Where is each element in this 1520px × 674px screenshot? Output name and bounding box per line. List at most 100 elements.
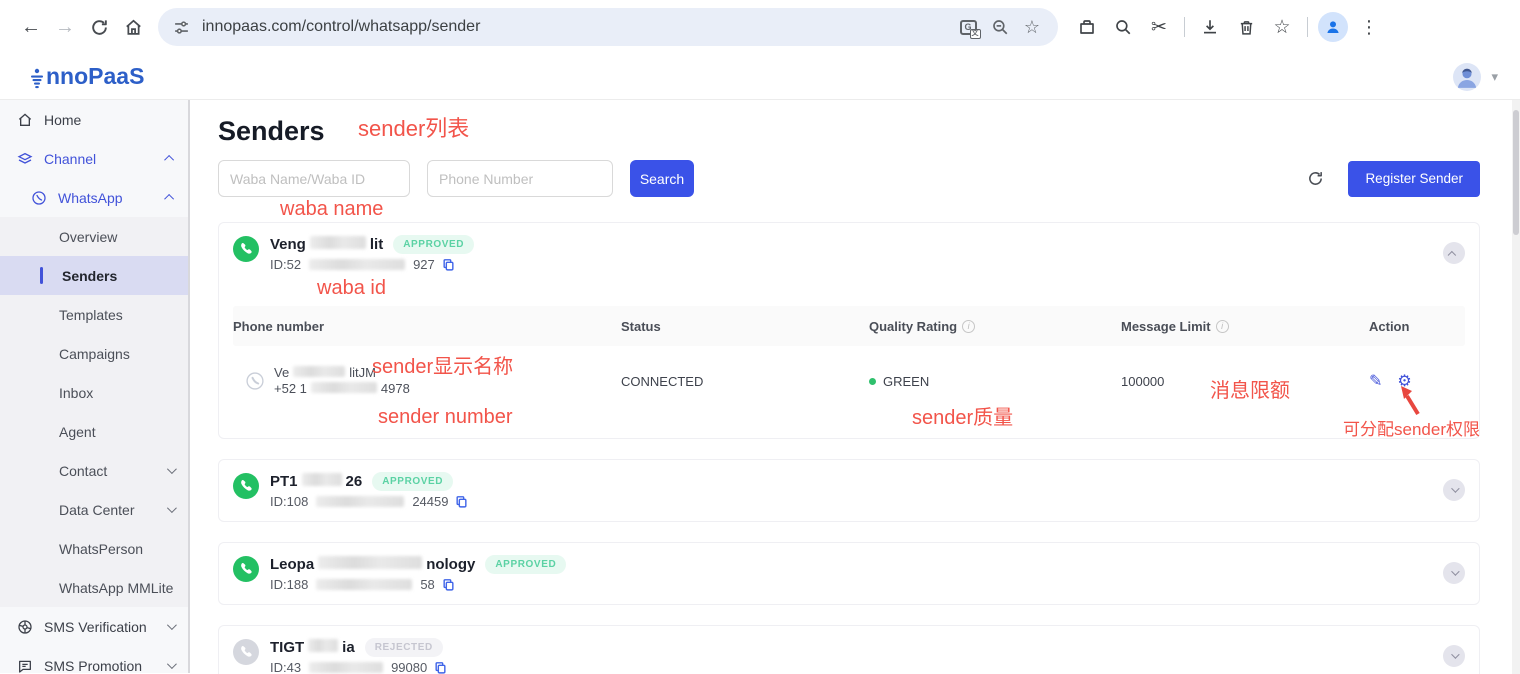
sidebar-item-whatsapp-mmlite[interactable]: WhatsApp MMLite bbox=[0, 568, 188, 607]
waba-id: ID:10824459 bbox=[270, 494, 1432, 509]
chevron-down-icon bbox=[1451, 484, 1459, 492]
waba-name: TIGTia REJECTED bbox=[270, 637, 1432, 657]
col-action: Action bbox=[1369, 319, 1465, 334]
info-icon[interactable]: i bbox=[962, 320, 975, 333]
chevron-up-icon bbox=[164, 155, 174, 165]
collapse-card-button[interactable] bbox=[1443, 242, 1465, 264]
site-settings-icon[interactable] bbox=[166, 12, 196, 42]
user-avatar[interactable] bbox=[1453, 63, 1481, 91]
toolbar-separator-2 bbox=[1307, 17, 1308, 37]
expand-card-button[interactable] bbox=[1443, 562, 1465, 584]
extension-box-icon[interactable] bbox=[1070, 10, 1104, 44]
scissors-icon[interactable]: ✂ bbox=[1142, 10, 1176, 44]
sidebar-item-agent[interactable]: Agent bbox=[0, 412, 188, 451]
sidebar-item-templates[interactable]: Templates bbox=[0, 295, 188, 334]
waba-search-input[interactable] bbox=[218, 160, 410, 197]
browser-menu-icon[interactable]: ⋮ bbox=[1352, 10, 1386, 44]
copy-icon[interactable] bbox=[442, 258, 455, 272]
app-header: nnoPaaS ▾ bbox=[0, 54, 1520, 100]
url-text[interactable]: innopaas.com/control/whatsapp/sender bbox=[202, 18, 952, 36]
sender-table-row: VelitJM +52 14978 CONNECTED GREEN 100000… bbox=[233, 346, 1465, 416]
edit-icon[interactable]: ✎ bbox=[1369, 371, 1382, 391]
sidebar-item-sms-verification[interactable]: SMS Verification bbox=[0, 607, 188, 646]
profile-avatar-icon[interactable] bbox=[1316, 10, 1350, 44]
sender-display-name: VelitJM bbox=[274, 365, 410, 381]
status-badge: REJECTED bbox=[365, 638, 443, 657]
trash-icon[interactable] bbox=[1229, 10, 1263, 44]
extension-star-icon[interactable]: ☆ bbox=[1265, 10, 1299, 44]
status-badge: APPROVED bbox=[485, 555, 566, 574]
green-dot-icon bbox=[869, 378, 876, 385]
whatsapp-icon bbox=[233, 473, 259, 499]
home-icon[interactable] bbox=[116, 10, 150, 44]
whatsapp-icon-gray bbox=[233, 639, 259, 665]
sidebar-item-whatsperson[interactable]: WhatsPerson bbox=[0, 529, 188, 568]
back-icon[interactable]: ← bbox=[14, 10, 48, 44]
sidebar-item-home[interactable]: Home bbox=[0, 100, 188, 139]
expand-card-button[interactable] bbox=[1443, 645, 1465, 667]
expand-card-button[interactable] bbox=[1443, 479, 1465, 501]
wheel-icon bbox=[16, 619, 34, 635]
layers-icon bbox=[16, 151, 34, 167]
sidebar-item-campaigns[interactable]: Campaigns bbox=[0, 334, 188, 373]
phone-cell: VelitJM +52 14978 bbox=[233, 365, 621, 397]
translate-icon[interactable]: G bbox=[952, 11, 984, 43]
sidebar-item-senders[interactable]: Senders bbox=[0, 256, 188, 295]
sidebar-item-whatsapp[interactable]: WhatsApp bbox=[0, 178, 188, 217]
chevron-up-icon bbox=[1448, 251, 1456, 259]
download-icon[interactable] bbox=[1193, 10, 1227, 44]
waba-id: ID:18858 bbox=[270, 577, 1432, 592]
waba-name: PT126 APPROVED bbox=[270, 471, 1432, 491]
sidebar-item-channel[interactable]: Channel bbox=[0, 139, 188, 178]
bookmark-star-icon[interactable]: ☆ bbox=[1016, 11, 1048, 43]
copy-icon[interactable] bbox=[455, 495, 468, 509]
redacted-text bbox=[316, 496, 404, 507]
sender-card: Venglit APPROVED ID:52927 bbox=[218, 222, 1480, 439]
zoom-out-icon[interactable] bbox=[984, 11, 1016, 43]
redacted-text bbox=[309, 662, 383, 673]
status-badge: APPROVED bbox=[372, 472, 453, 491]
sidebar-item-data-center[interactable]: Data Center bbox=[0, 490, 188, 529]
redacted-text bbox=[309, 259, 405, 270]
sidebar: Home Channel WhatsApp Overview bbox=[0, 100, 190, 673]
selected-indicator bbox=[40, 267, 43, 284]
scrollbar-thumb[interactable] bbox=[1513, 110, 1519, 235]
redacted-text bbox=[316, 579, 412, 590]
sidebar-item-inbox[interactable]: Inbox bbox=[0, 373, 188, 412]
main-content: Senders Search Register Sender bbox=[190, 100, 1520, 673]
sender-card: TIGTia REJECTED ID:4399080 bbox=[218, 625, 1480, 674]
page-scrollbar[interactable] bbox=[1512, 100, 1520, 674]
home-nav-icon bbox=[16, 112, 34, 128]
col-phone-number: Phone number bbox=[233, 319, 621, 334]
innopaas-logo[interactable]: nnoPaaS bbox=[30, 63, 144, 90]
waba-id: ID:4399080 bbox=[270, 660, 1432, 674]
page-title: Senders bbox=[218, 116, 1480, 147]
search-button[interactable]: Search bbox=[630, 160, 694, 197]
filter-bar: Search Register Sender bbox=[218, 160, 1480, 197]
settings-gear-icon[interactable]: ⚙ bbox=[1397, 371, 1411, 391]
whatsapp-icon bbox=[233, 236, 259, 262]
reload-icon[interactable] bbox=[82, 10, 116, 44]
redacted-text bbox=[311, 382, 377, 393]
sidebar-item-contact[interactable]: Contact bbox=[0, 451, 188, 490]
refresh-icon[interactable] bbox=[1300, 164, 1330, 194]
info-icon[interactable]: i bbox=[1216, 320, 1229, 333]
message-limit-cell: 100000 bbox=[1121, 374, 1369, 389]
screen: ← → innopaas.com/control/whatsapp/sender… bbox=[0, 0, 1520, 674]
forward-icon[interactable]: → bbox=[48, 10, 82, 44]
url-bar[interactable]: innopaas.com/control/whatsapp/sender G ☆ bbox=[158, 8, 1058, 46]
redacted-text bbox=[318, 556, 422, 569]
register-sender-button[interactable]: Register Sender bbox=[1348, 161, 1480, 197]
phone-search-input[interactable] bbox=[427, 160, 613, 197]
sidebar-item-overview[interactable]: Overview bbox=[0, 217, 188, 256]
avatar-caret-icon[interactable]: ▾ bbox=[1491, 69, 1498, 85]
search-extension-icon[interactable] bbox=[1106, 10, 1140, 44]
sidebar-item-sms-promotion[interactable]: SMS Promotion bbox=[0, 646, 188, 674]
status-cell: CONNECTED bbox=[621, 374, 869, 389]
redacted-text bbox=[293, 366, 345, 377]
waba-name: Leopanology APPROVED bbox=[270, 554, 1432, 574]
redacted-text bbox=[302, 473, 342, 486]
copy-icon[interactable] bbox=[434, 661, 447, 674]
status-badge: APPROVED bbox=[393, 235, 474, 254]
copy-icon[interactable] bbox=[442, 578, 455, 592]
